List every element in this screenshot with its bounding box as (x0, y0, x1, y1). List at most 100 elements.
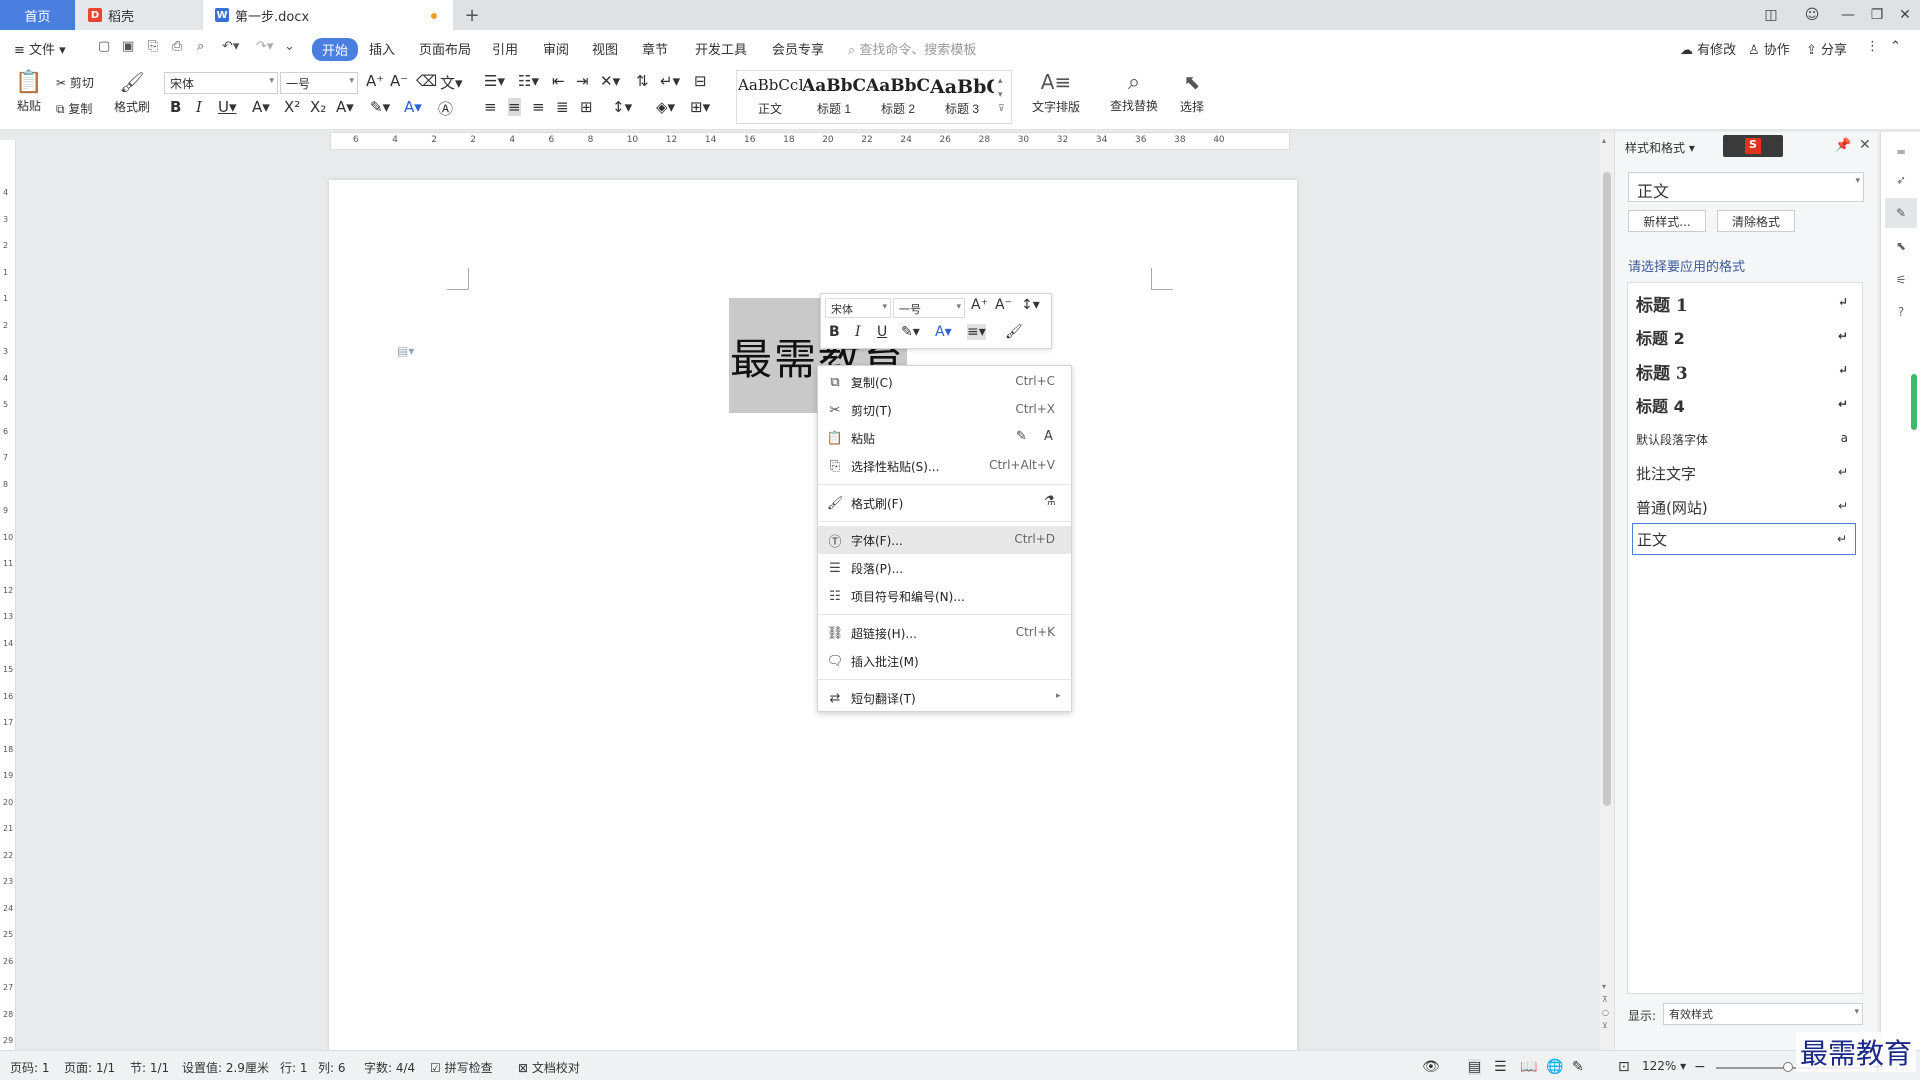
pin-icon[interactable]: 📌 (1835, 138, 1851, 153)
bullets-icon[interactable]: ☰▾ (484, 72, 505, 90)
distribute-icon[interactable]: ⊞ (580, 98, 593, 116)
italic-icon[interactable]: I (196, 98, 202, 116)
status-word-count[interactable]: 字数: 4/4 (364, 1059, 415, 1076)
minimize-button[interactable]: — (1833, 0, 1863, 30)
char-border-icon[interactable]: Ⓐ (438, 98, 453, 119)
menu-view[interactable]: 视图 (592, 39, 618, 58)
restore-button[interactable]: ❐ (1862, 0, 1892, 30)
mini-bold-icon[interactable]: B (829, 324, 840, 340)
format-painter-lock-icon[interactable]: ⚗ (1044, 494, 1056, 509)
mini-size-select[interactable]: 一号 (893, 298, 965, 318)
sort-icon[interactable]: ⇅ (636, 72, 649, 90)
text-layout-button[interactable]: A≡ 文字排版 (1026, 70, 1086, 126)
paste-text-only-icon[interactable]: A (1044, 429, 1053, 444)
highlight-icon[interactable]: ✎▾ (370, 98, 390, 116)
horizontal-ruler[interactable]: 6 4 2 2 4 6 8 10 12 14 16 18 20 22 24 26 28 30 32 34 36 38 40 (330, 132, 1290, 150)
mini-grow-font-icon[interactable]: A⁺ (971, 297, 988, 313)
align-center-icon[interactable]: ≡ (508, 98, 521, 116)
style-item-default-font[interactable]: 默认段落字体 a (1632, 423, 1856, 455)
write-mode-icon[interactable]: ✎ (1572, 1059, 1584, 1075)
style-item-heading-3[interactable]: 标题 3 ↵ (1632, 355, 1856, 387)
chinese-layout-icon[interactable]: ✕▾ (600, 72, 620, 90)
borders-icon[interactable]: ⊞▾ (690, 98, 710, 116)
file-menu[interactable]: ≡ 文件 ▾ (14, 39, 66, 58)
save-icon[interactable]: ▣ (122, 39, 134, 54)
zoom-out-icon[interactable]: − (1694, 1059, 1706, 1075)
paragraph-mark-icon[interactable]: ↵▾ (660, 72, 680, 90)
mini-font-color-icon[interactable]: A▾ (935, 324, 952, 340)
status-page[interactable]: 页面: 1/1 (64, 1059, 115, 1076)
status-page-code[interactable]: 页码: 1 (10, 1059, 50, 1076)
page-view-icon[interactable]: ▤ (1468, 1059, 1482, 1075)
style-item-heading-2[interactable]: 标题 2 ↵ (1632, 321, 1856, 353)
menu-item-hyperlink[interactable]: ⛓ 超链接(H)... Ctrl+K (818, 619, 1071, 647)
underline-icon[interactable]: U▾ (218, 98, 237, 116)
vertical-ruler[interactable]: 4 3 2 1 1 2 3 4 5 6 7 8 9 10 11 12 13 14 15 16 17 18 19 20 21 22 2… (0, 140, 16, 1050)
style-item-heading-4[interactable]: 标题 4 ↵ (1632, 389, 1856, 421)
align-right-icon[interactable]: ≡ (532, 98, 545, 116)
grow-font-icon[interactable]: A⁺ (366, 72, 384, 90)
tab-document[interactable]: W 第一步.docx (203, 0, 453, 30)
paragraph-handle-icon[interactable]: ▤▾ (397, 344, 414, 358)
style-item-normal-web[interactable]: 普通(网站) ↵ (1632, 491, 1856, 523)
status-section[interactable]: 节: 1/1 (130, 1059, 169, 1076)
show-filter-select[interactable]: 有效样式 (1663, 1003, 1863, 1025)
menu-item-translate[interactable]: ⇄ 短句翻译(T) ▸ (818, 684, 1071, 712)
mini-highlight-icon[interactable]: ✎▾ (901, 324, 920, 340)
menu-item-format-painter[interactable]: 🖌 格式刷(F) ⚗ (818, 489, 1071, 517)
shrink-font-icon[interactable]: A⁻ (390, 72, 408, 90)
strikethrough-icon[interactable]: A▾ (252, 98, 270, 116)
menu-chapter[interactable]: 章节 (642, 39, 668, 58)
menu-member[interactable]: 会员专享 (772, 39, 824, 58)
font-size-select[interactable]: 一号 (280, 72, 358, 94)
redo-icon[interactable]: ↷▾ (256, 39, 273, 54)
status-col[interactable]: 列: 6 (318, 1059, 346, 1076)
status-row[interactable]: 行: 1 (280, 1059, 308, 1076)
mini-font-select[interactable]: 宋体 (825, 298, 891, 318)
status-setting[interactable]: 设置值: 2.9厘米 (182, 1059, 269, 1076)
collapse-ribbon-icon[interactable]: ⌃ (1890, 39, 1901, 54)
avatar[interactable]: ☺ (1797, 0, 1827, 30)
outline-view-icon[interactable]: ☰ (1494, 1059, 1507, 1075)
doc-check-button[interactable]: ⊠ 文档校对 (518, 1059, 580, 1076)
mini-line-spacing-icon[interactable]: ↕▾ (1021, 297, 1040, 313)
vertical-scrollbar[interactable]: ▴ ▾ ⊼ ○ ⊻ (1600, 132, 1614, 1050)
menu-item-paragraph[interactable]: ☰ 段落(P)... (818, 554, 1071, 582)
style-heading-1[interactable]: AaBbC 标题 1 (802, 72, 866, 120)
styles-panel-title[interactable]: 样式和格式 ▾ (1625, 139, 1695, 156)
export-icon[interactable]: ⎘ (148, 39, 158, 54)
font-family-select[interactable]: 宋体 (164, 72, 278, 94)
share-button[interactable]: ⇪ 分享 (1806, 39, 1847, 58)
mini-align-center-icon[interactable]: ≡▾ (967, 324, 986, 340)
bold-icon[interactable]: B (170, 98, 181, 116)
text-effect-icon[interactable]: A▾ (336, 98, 354, 116)
collaborate-button[interactable]: ♙ 协作 (1748, 39, 1790, 58)
menu-item-bullets-numbering[interactable]: ☷ 项目符号和编号(N)... (818, 582, 1071, 610)
style-item-heading-1[interactable]: 标题 1 ↵ (1632, 287, 1856, 319)
menu-item-cut[interactable]: ✂ 剪切(T) Ctrl+X (818, 396, 1071, 424)
subscript-icon[interactable]: X₂ (310, 98, 326, 116)
eraser-icon[interactable]: ⌫ (416, 72, 437, 90)
shading-icon[interactable]: ◈▾ (656, 98, 675, 116)
paste-button[interactable]: 📋 粘贴 (14, 70, 44, 126)
line-spacing-icon[interactable]: ↕▾ (612, 98, 632, 116)
undo-icon[interactable]: ↶▾ (222, 39, 239, 54)
select-cursor-icon[interactable]: ⬉ (1889, 234, 1913, 258)
command-search[interactable]: ⌕ 查找命令、搜索模板 (848, 39, 976, 58)
superscript-icon[interactable]: X² (284, 98, 300, 116)
mini-underline-icon[interactable]: U (877, 324, 887, 340)
rocket-icon[interactable]: ➶ (1889, 168, 1913, 192)
zoom-slider-thumb[interactable] (1783, 1062, 1793, 1072)
decrease-indent-icon[interactable]: ⇤ (552, 72, 565, 90)
preview-icon[interactable]: ⌕ (197, 39, 204, 54)
close-window-button[interactable]: ✕ (1890, 0, 1920, 30)
tab-daoke[interactable]: D 稻壳 (76, 0, 201, 30)
find-replace-button[interactable]: ⌕ 查找替换 (1102, 70, 1166, 126)
menu-page-layout[interactable]: 页面布局 (419, 39, 471, 58)
menu-start[interactable]: 开始 (312, 38, 359, 61)
more-icon[interactable]: ⋮ (1866, 39, 1879, 54)
increase-indent-icon[interactable]: ⇥ (576, 72, 589, 90)
menu-item-copy[interactable]: ⧉ 复制(C) Ctrl+C (818, 368, 1071, 396)
current-style-select[interactable]: 正文 (1628, 172, 1864, 202)
layout-icon[interactable]: ◫ (1756, 0, 1786, 30)
